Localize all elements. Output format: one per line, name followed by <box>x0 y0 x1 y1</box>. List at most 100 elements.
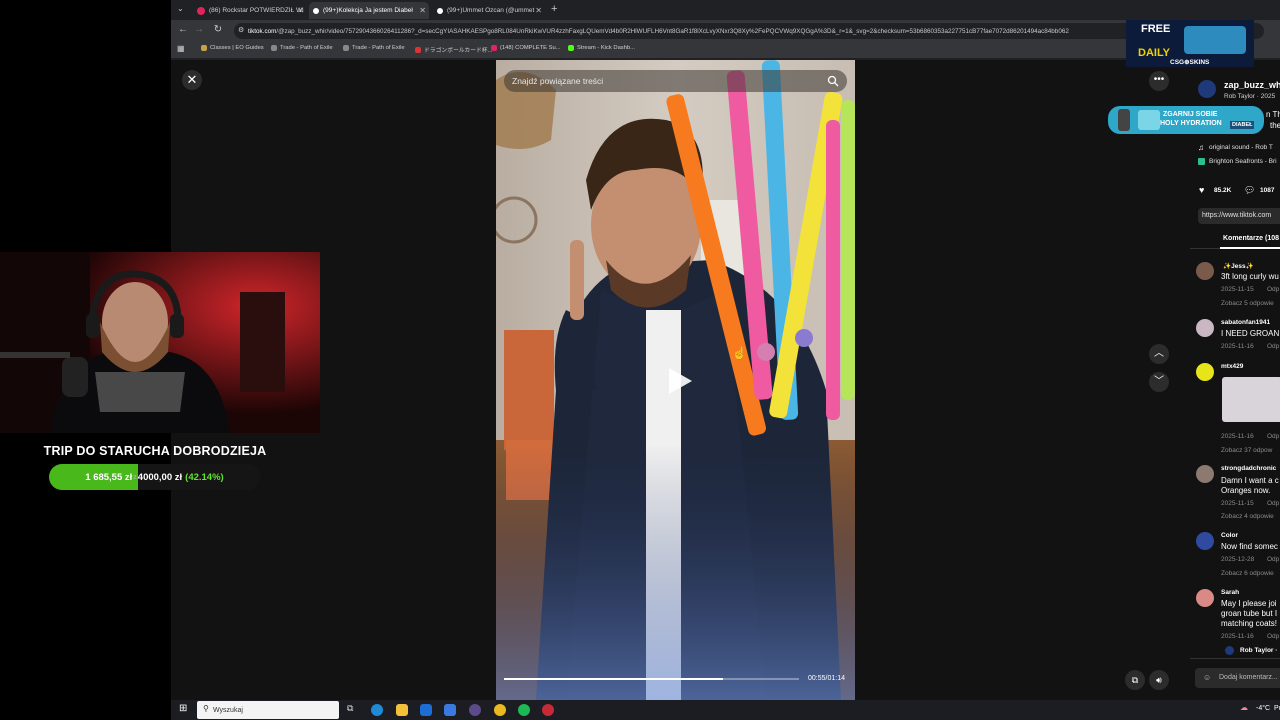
add-comment-placeholder: Dodaj komentarz... <box>1219 674 1278 681</box>
view-replies[interactable]: Zobacz 37 odpow <box>1221 447 1272 454</box>
back-icon[interactable]: ← <box>176 24 190 35</box>
ad-csg-logo: CSG⊕SKINS <box>1170 59 1210 66</box>
close-tab-icon[interactable]: ✕ <box>297 6 304 15</box>
bookmark-complete[interactable]: (148) COMPLETE Su... <box>491 45 561 51</box>
ad-daily-text: DAILY <box>1138 47 1170 59</box>
bookmark-kick[interactable]: Stream - Kick Dashb... <box>568 45 635 51</box>
goal-percent: (42.14%) <box>185 471 224 483</box>
new-tab-icon[interactable]: + <box>551 3 557 15</box>
taskbar-search-input[interactable]: Wyszukaj <box>197 701 339 719</box>
url-bar[interactable]: tiktok.com/@zap_buzz_whir/video/75729043… <box>234 23 1264 39</box>
tab-rockstar[interactable]: (86) Rockstar POTWIERDZIŁ Wi ✕ <box>193 2 307 19</box>
holy-hydration-ad[interactable]: ZGARNIJ SOBIE HOLY HYDRATION DIABEŁ <box>1108 106 1264 134</box>
view-replies[interactable]: Zobacz 6 odpowie <box>1221 570 1274 577</box>
emoji-icon[interactable]: ☺ <box>1203 673 1211 682</box>
reply-button[interactable]: Odp <box>1267 343 1279 350</box>
tab-tiktok-ummet[interactable]: (99+)Ummet Ozcan (@ummet ✕ <box>433 2 545 19</box>
heart-icon[interactable]: ♥ <box>1199 185 1204 195</box>
tab-tiktok-kolekcja[interactable]: (99+)Kolekcja Ja jestem Diabeł ✕ <box>309 2 429 19</box>
outlook-icon[interactable] <box>420 704 432 716</box>
bookmark-classes[interactable]: Classes | EO Guides <box>201 45 264 51</box>
comment-icon[interactable]: 💬︎ <box>1244 185 1255 196</box>
reply-avatar[interactable] <box>1225 646 1234 655</box>
comment-avatar[interactable] <box>1196 319 1214 337</box>
reload-icon[interactable]: ↻ <box>211 24 225 35</box>
webcam-feed <box>0 252 320 433</box>
obs-icon[interactable] <box>469 704 481 716</box>
caption-fragment: n Th <box>1266 110 1280 119</box>
comment-avatar[interactable] <box>1196 363 1214 381</box>
csgo-skins-ad[interactable]: FREE DAILY CSG⊕SKINS <box>1126 20 1254 67</box>
bookmark-label: (148) COMPLETE Su... <box>500 45 561 51</box>
reply-button[interactable]: Odp <box>1267 556 1279 563</box>
related-search-input[interactable]: Znajdź powiązane treści <box>504 70 847 92</box>
location-label[interactable]: Brighton Seafronts - Bri <box>1209 158 1277 165</box>
view-replies[interactable]: Zobacz 5 odpowie <box>1221 300 1274 307</box>
tab-list-chevron-icon[interactable]: ⌄ <box>177 4 184 13</box>
file-explorer-icon[interactable] <box>396 704 408 716</box>
play-icon[interactable] <box>665 365 695 397</box>
comment-input-divider <box>1190 658 1280 659</box>
pip-button[interactable]: ⧉ <box>1125 670 1145 690</box>
comment-date: 2025-11-15 <box>1221 286 1254 293</box>
reply-button[interactable]: Odp <box>1267 633 1279 640</box>
url-path: /@zap_buzz_whir/video/757290436602641128… <box>276 27 1069 35</box>
browser-chrome: ⌄ (86) Rockstar POTWIERDZIŁ Wi ✕ (99+)Ko… <box>171 0 1280 60</box>
comment-user[interactable]: strongdadchronic <box>1221 465 1276 472</box>
comment-date: 2025-11-16 <box>1221 433 1254 440</box>
author-handle[interactable]: zap_buzz_whi <box>1224 80 1280 90</box>
spotify-icon[interactable] <box>518 704 530 716</box>
more-options-button[interactable]: ••• <box>1149 71 1169 91</box>
forward-icon[interactable]: → <box>192 24 206 35</box>
tab-comments[interactable]: Komentarze (108 <box>1223 235 1279 242</box>
bookmark-icon <box>271 45 277 51</box>
share-url-box[interactable]: https://www.tiktok.com <box>1198 208 1280 224</box>
recording-app-icon[interactable] <box>542 704 554 716</box>
picture-in-picture-icon: ⧉ <box>1131 675 1139 685</box>
site-info-icon[interactable]: ⚙ <box>238 26 244 34</box>
close-tab-icon[interactable]: ✕ <box>419 6 426 15</box>
reply-button[interactable]: Odp <box>1267 433 1279 440</box>
comment-user[interactable]: Color <box>1221 532 1238 539</box>
apps-grid-icon[interactable]: ▦ <box>177 44 185 53</box>
view-replies[interactable]: Zobacz 4 odpowie <box>1221 513 1274 520</box>
tab-label: (86) Rockstar POTWIERDZIŁ Wi <box>209 7 304 14</box>
comment-text: May I please joi <box>1221 599 1277 608</box>
ad-bottles-image <box>1138 110 1160 130</box>
reply-button[interactable]: Odp <box>1267 500 1279 507</box>
volume-button[interactable]: 🔊︎ <box>1149 670 1169 690</box>
author-avatar[interactable] <box>1198 80 1216 98</box>
comment-avatar[interactable] <box>1196 262 1214 280</box>
reply-author[interactable]: Rob Taylor · <box>1240 647 1277 654</box>
bookmark-trade-1[interactable]: Trade - Path of Exile <box>271 45 333 51</box>
comment-avatar[interactable] <box>1196 532 1214 550</box>
weather-temp: -4°C <box>1256 705 1271 712</box>
comment-avatar[interactable] <box>1196 589 1214 607</box>
reply-button[interactable]: Odp <box>1267 286 1279 293</box>
bookmark-label: Trade - Path of Exile <box>352 45 405 51</box>
bookmark-dragonball[interactable]: ドラゴンボールカード杯... <box>415 45 492 54</box>
bookmark-label: Trade - Path of Exile <box>280 45 333 51</box>
tiktok-icon <box>313 7 319 14</box>
windows-start-icon[interactable]: ⊞ <box>179 703 187 714</box>
close-tab-icon[interactable]: ✕ <box>535 6 542 15</box>
previous-video-button[interactable]: ︿ <box>1149 344 1169 364</box>
tab-label: (99+)Kolekcja Ja jestem Diabeł <box>323 7 413 14</box>
bookmark-trade-2[interactable]: Trade - Path of Exile <box>343 45 405 51</box>
caption-fragment-2: the <box>1270 121 1280 130</box>
bookmark-label: ドラゴンボールカード杯... <box>424 48 493 54</box>
task-view-icon[interactable]: ⧉ <box>347 703 353 714</box>
comment-avatar[interactable] <box>1196 465 1214 483</box>
comment-sticker-image[interactable] <box>1222 377 1280 422</box>
sound-label[interactable]: original sound - Rob T <box>1209 144 1273 151</box>
search-icon[interactable] <box>827 75 839 87</box>
edge-icon[interactable] <box>371 704 383 716</box>
comment-user[interactable]: ✨Jess✨ <box>1223 262 1254 270</box>
store-icon[interactable] <box>444 704 456 716</box>
close-video-button[interactable]: ✕ <box>182 70 202 90</box>
comment-user[interactable]: sabatonfan1941 <box>1221 319 1270 326</box>
chrome-icon[interactable] <box>494 704 506 716</box>
comment-user[interactable]: mtx429 <box>1221 363 1243 370</box>
comment-user[interactable]: Sarah <box>1221 589 1239 596</box>
next-video-button[interactable]: ﹀ <box>1149 372 1169 392</box>
